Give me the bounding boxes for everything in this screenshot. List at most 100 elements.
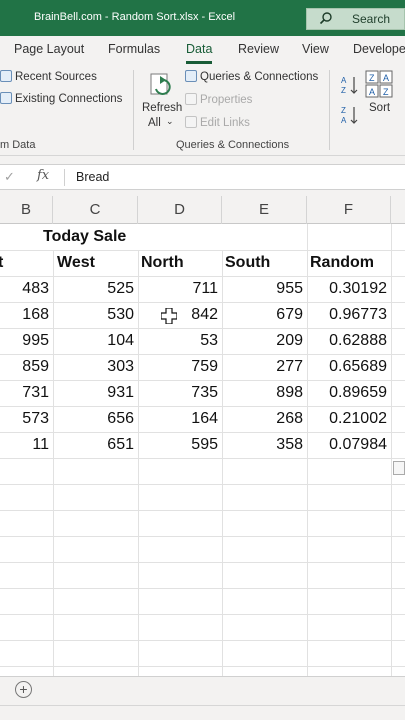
recent-sources-label: Recent Sources — [15, 71, 97, 83]
data-cell[interactable]: 731 — [0, 380, 49, 406]
data-cell[interactable]: 277 — [222, 354, 303, 380]
data-cell[interactable]: 711 — [138, 276, 218, 302]
data-cell[interactable]: 679 — [222, 302, 303, 328]
sort-button[interactable]: Z A A Z Sort — [365, 70, 395, 130]
header-cell[interactable]: Random — [310, 250, 374, 276]
add-sheet-button[interactable]: + — [15, 681, 32, 698]
gridline — [0, 562, 405, 563]
gridline — [0, 510, 405, 511]
worksheet-grid[interactable]: B C D E F Today Sale t West North South … — [0, 196, 405, 676]
data-cell[interactable]: 168 — [0, 302, 49, 328]
window-title: BrainBell.com - Random Sort.xlsx - Excel — [34, 11, 236, 23]
data-cell[interactable]: 651 — [53, 432, 134, 458]
refresh-all-label-2: All — [148, 117, 161, 129]
tab-data[interactable]: Data — [186, 42, 212, 56]
sort-descending-icon: Z A — [341, 106, 358, 125]
data-cell[interactable]: 303 — [53, 354, 134, 380]
queries-connections-button[interactable]: Queries & Connections — [185, 70, 318, 83]
column-header-f[interactable]: F — [307, 196, 391, 224]
refresh-icon — [150, 73, 171, 95]
tab-view[interactable]: View — [302, 42, 329, 56]
data-cell[interactable]: 759 — [138, 354, 218, 380]
column-header-b[interactable]: B — [0, 196, 53, 224]
tab-review[interactable]: Review — [238, 42, 279, 56]
recent-sources-button[interactable]: Recent Sources — [0, 70, 97, 83]
tab-page-layout[interactable]: Page Layout — [14, 42, 84, 56]
data-cell[interactable]: 656 — [53, 406, 134, 432]
data-cell[interactable]: 483 — [0, 276, 49, 302]
gridline — [0, 666, 405, 667]
tab-developer[interactable]: Develope — [353, 42, 405, 56]
data-cell[interactable]: 104 — [53, 328, 134, 354]
chevron-down-icon: ⌄ — [166, 116, 174, 126]
data-cell[interactable]: 0.30192 — [307, 276, 387, 302]
existing-connections-icon — [0, 92, 12, 104]
data-cell[interactable]: 931 — [53, 380, 134, 406]
column-header-d[interactable]: D — [138, 196, 222, 224]
data-cell[interactable]: 898 — [222, 380, 303, 406]
ribbon-separator — [133, 70, 134, 150]
header-cell[interactable]: North — [141, 250, 184, 276]
edit-links-button[interactable]: Edit Links — [185, 116, 250, 129]
header-cell[interactable]: t — [0, 250, 3, 276]
sheet-title: Today Sale — [43, 228, 127, 245]
recent-sources-icon — [0, 70, 12, 82]
quick-analysis-icon[interactable] — [393, 461, 405, 475]
data-cell[interactable]: 0.96773 — [307, 302, 387, 328]
gridline — [0, 484, 405, 485]
data-cell[interactable]: 209 — [222, 328, 303, 354]
insert-function-button[interactable]: fx — [37, 168, 49, 183]
gridline — [0, 458, 405, 459]
data-cell[interactable]: 53 — [138, 328, 218, 354]
data-cell[interactable]: 595 — [138, 432, 218, 458]
sort-ascending-button[interactable]: A Z — [340, 74, 360, 96]
existing-connections-button[interactable]: Existing Connections — [0, 92, 122, 105]
data-cell[interactable]: 842 — [138, 302, 218, 328]
svg-text:Z: Z — [369, 73, 375, 83]
sort-descending-button[interactable]: Z A — [340, 104, 360, 126]
search-box[interactable]: Search — [306, 8, 405, 30]
cell-select-cursor-icon — [161, 308, 177, 324]
properties-button[interactable]: Properties — [185, 93, 252, 106]
sort-icon: Z A A Z — [365, 70, 393, 98]
data-cell[interactable]: 0.89659 — [307, 380, 387, 406]
refresh-all-button[interactable]: Refresh All ⌄ — [140, 68, 182, 132]
sheet-tab-bar: + — [0, 676, 405, 720]
header-cell[interactable]: West — [57, 250, 95, 276]
svg-text:A: A — [341, 116, 347, 125]
data-cell[interactable]: 164 — [138, 406, 218, 432]
svg-text:Z: Z — [341, 86, 346, 95]
data-cell[interactable]: 268 — [222, 406, 303, 432]
formula-divider — [64, 169, 65, 186]
column-header-c[interactable]: C — [53, 196, 138, 224]
gridline — [0, 614, 405, 615]
tab-formulas[interactable]: Formulas — [108, 42, 160, 56]
data-cell[interactable]: 0.21002 — [307, 406, 387, 432]
status-divider — [0, 705, 405, 706]
column-header-e[interactable]: E — [222, 196, 307, 224]
queries-connections-label: Queries & Connections — [200, 71, 319, 83]
data-cell[interactable]: 0.62888 — [307, 328, 387, 354]
data-cell[interactable]: 358 — [222, 432, 303, 458]
formula-input[interactable]: Bread — [76, 170, 109, 184]
excel-window: BrainBell.com - Random Sort.xlsx - Excel… — [0, 0, 405, 720]
check-icon[interactable]: ✓ — [4, 169, 15, 185]
data-cell[interactable]: 573 — [0, 406, 49, 432]
data-cell[interactable]: 0.65689 — [307, 354, 387, 380]
edit-links-label: Edit Links — [200, 117, 250, 129]
header-cell[interactable]: South — [225, 250, 270, 276]
refresh-all-label-1: Refresh — [142, 102, 183, 114]
gridline — [391, 224, 392, 676]
formula-bar-spacer — [0, 156, 405, 164]
data-cell[interactable]: 525 — [53, 276, 134, 302]
data-cell[interactable]: 530 — [53, 302, 134, 328]
data-cell[interactable]: 955 — [222, 276, 303, 302]
search-icon — [319, 11, 333, 28]
get-data-group-label: m Data — [0, 139, 36, 151]
data-cell[interactable]: 735 — [138, 380, 218, 406]
data-cell[interactable]: 995 — [0, 328, 49, 354]
data-cell[interactable]: 859 — [0, 354, 49, 380]
data-cell[interactable]: 0.07984 — [307, 432, 387, 458]
sort-label: Sort — [369, 102, 391, 114]
data-cell[interactable]: 11 — [0, 432, 49, 458]
